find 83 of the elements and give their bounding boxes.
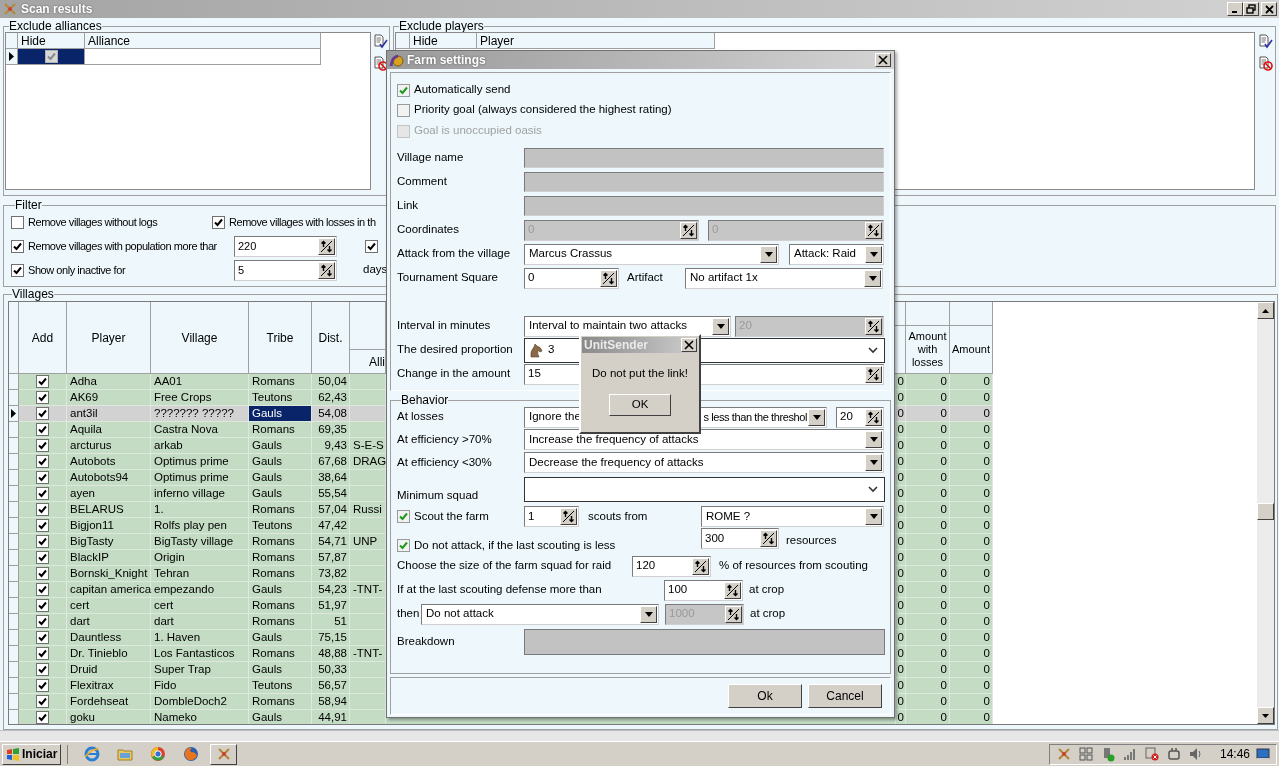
field-label: Scout the farm: [414, 510, 489, 523]
field-label: scouts from: [588, 510, 649, 523]
dropdown-value: Decrease the frequency of attacks: [529, 456, 704, 469]
field-value: 15: [528, 368, 541, 380]
checkbox-label: Show only inactive for: [28, 264, 126, 276]
table-cell: goku: [67, 710, 151, 724]
field-value: 100: [668, 584, 688, 596]
dropdown-value: Increase the frequency of attacks: [529, 433, 699, 446]
dialog-title: UnitSender: [584, 339, 649, 351]
field-label: Choose the size of the farm squad for raid: [397, 560, 613, 572]
column-header: Hide: [18, 33, 85, 49]
clock-text: 14:46: [1219, 748, 1250, 760]
column-header: Alliance: [85, 33, 321, 49]
dropdown-value: s less than the threshol: [703, 411, 807, 423]
dropdown-value: Attack: Raid: [794, 248, 856, 260]
field-label: If at the last scouting defense more than: [397, 584, 603, 596]
field-label: Attack from the village: [397, 248, 512, 260]
column-header: Amount: [950, 326, 993, 374]
field-label: Link: [397, 200, 420, 212]
group-title: Behavior: [401, 394, 449, 406]
field-label: At losses: [397, 411, 445, 423]
group-title: Villages: [12, 288, 54, 300]
checkbox-label: Remove villages with losses in th: [229, 216, 376, 228]
table-cell: Nameko: [151, 710, 249, 724]
combo-value: 3: [548, 344, 555, 356]
dropdown-value: No artifact 1x: [690, 272, 758, 284]
field-label: Do not attack, if the last scouting is less: [414, 539, 616, 552]
column-header: Village: [151, 302, 249, 374]
field-label: Coordinates: [397, 224, 460, 236]
field-label: The desired proportion: [397, 344, 514, 356]
checkbox-label: Automatically send: [414, 84, 511, 96]
group-title: Filter: [15, 199, 42, 211]
unit-label: at crop: [750, 608, 786, 620]
field-label: Village name: [397, 152, 465, 164]
column-header: Player: [477, 33, 715, 49]
field-value: 120: [636, 560, 656, 572]
field-value: 0: [528, 272, 535, 284]
dropdown-value: Marcus Crassus: [529, 248, 613, 260]
field-value: 300: [705, 532, 725, 545]
unit-label: resources: [786, 535, 837, 547]
start-label: Iniciar: [22, 748, 58, 760]
dropdown-value: ROME ?: [706, 510, 751, 523]
column-header: Amount with losses: [906, 326, 950, 374]
field-label: then: [397, 608, 421, 620]
field-label: At efficiency <30%: [397, 456, 493, 469]
field-label: Artifact: [627, 272, 664, 284]
dropdown-value: Interval to maintain two attacks: [529, 320, 687, 332]
field-value: 5: [238, 264, 245, 276]
field-value: 20: [840, 411, 853, 423]
checkbox-label: Goal is unoccupied oasis: [414, 125, 542, 137]
column-header: Add: [19, 302, 67, 374]
table-cell: Gauls: [249, 406, 312, 422]
checkbox-label: Remove villages without logs: [28, 216, 158, 228]
unit-label: days: [363, 264, 388, 276]
dialog-title: Farm settings: [407, 54, 486, 66]
table-cell: Gauls: [249, 710, 312, 724]
group-title: Exclude players: [399, 20, 484, 32]
group-title: Exclude alliances: [9, 20, 102, 32]
table-cell: 0: [896, 710, 906, 724]
field-value: 220: [238, 240, 257, 252]
checkbox-label: Remove villages with population more thar: [28, 240, 217, 252]
unit-label: % of resources from scouting: [719, 560, 868, 572]
column-header: Tribe: [249, 302, 312, 374]
column-header: Hide: [410, 33, 477, 49]
field-label: Comment: [397, 176, 448, 188]
field-label: Change in the amount: [397, 368, 512, 380]
field-label: Interval in minutes: [397, 320, 492, 332]
column-header: Player: [67, 302, 151, 374]
table-cell: 44,91: [312, 710, 350, 724]
column-header: Dist.: [312, 302, 350, 374]
column-header: Alli: [350, 350, 386, 374]
field-label: Minimum squad: [397, 489, 480, 501]
unit-label: at crop: [749, 584, 785, 596]
field-value: 1: [528, 510, 535, 523]
field-label: Breakdown: [397, 636, 456, 648]
field-label: At efficiency >70%: [397, 433, 493, 446]
checkbox-label: Priority goal (always considered the highest rating): [414, 104, 672, 116]
table-cell: 0: [950, 710, 993, 724]
dropdown-value: Do not attack: [426, 608, 494, 620]
message-text: Do not put the link!: [592, 368, 688, 380]
field-label: Tournament Square: [397, 272, 499, 284]
table-cell: 0: [906, 710, 950, 724]
window-title: Scan results: [21, 3, 93, 15]
